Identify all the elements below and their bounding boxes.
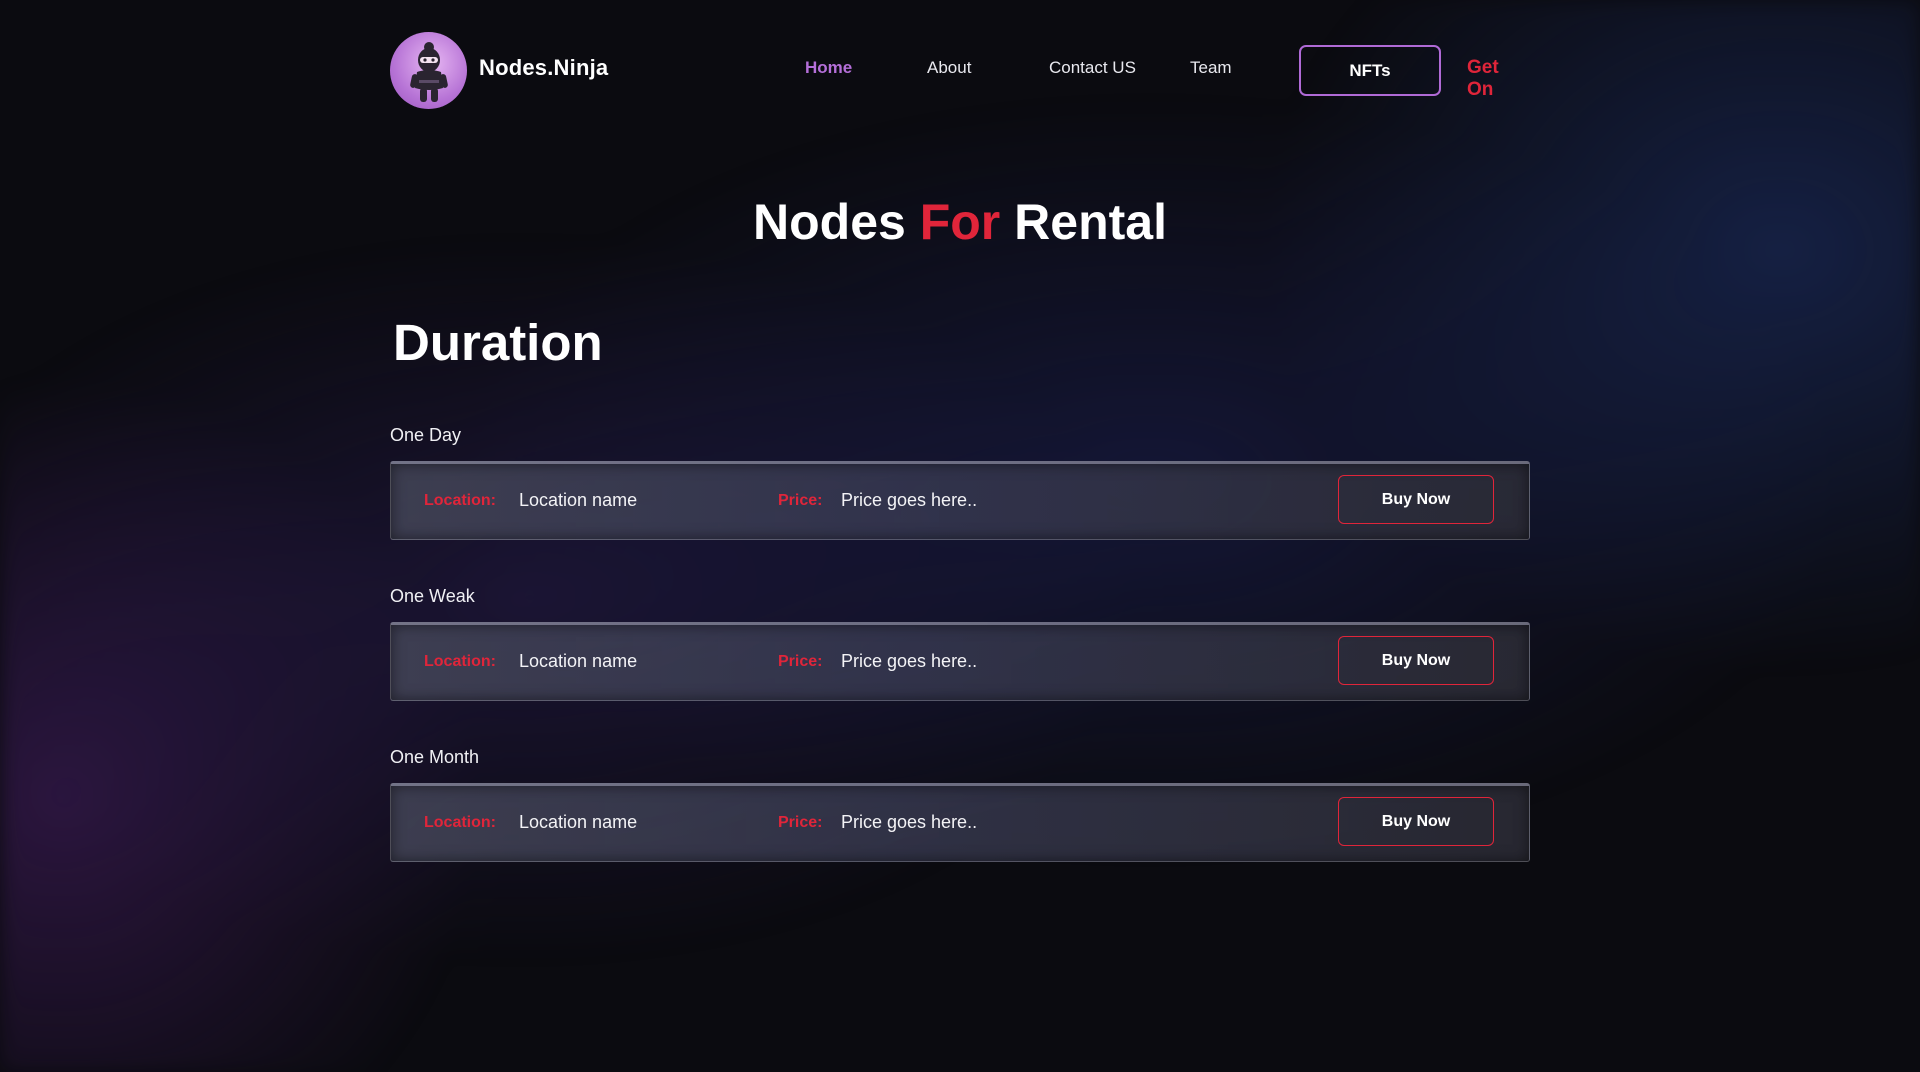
- plan-duration-label: One Day: [390, 425, 462, 445]
- location-value: Location name: [519, 812, 638, 832]
- get-on-link[interactable]: Get On: [1467, 57, 1530, 101]
- location-value: Location name: [519, 651, 638, 671]
- buy-now-button[interactable]: Buy Now: [1338, 475, 1494, 524]
- nfts-button[interactable]: NFTs: [1299, 45, 1441, 96]
- nav-item-contact-us[interactable]: Contact US: [1049, 58, 1136, 78]
- location-label: Location:: [424, 814, 496, 831]
- page-title-part1: Nodes: [753, 194, 906, 250]
- nav-item-home[interactable]: Home: [805, 58, 852, 78]
- price-value: Price goes here..: [841, 651, 978, 671]
- buy-now-button[interactable]: Buy Now: [1338, 636, 1494, 685]
- page-title-part2: Rental: [1014, 194, 1167, 250]
- plan-card: Location: Location name Price: Price goe…: [390, 461, 1530, 540]
- plan-duration-label: One Weak: [390, 586, 475, 606]
- price-label: Price:: [778, 653, 823, 670]
- buy-now-button[interactable]: Buy Now: [1338, 797, 1494, 846]
- section-title: Duration: [393, 314, 603, 371]
- location-label: Location:: [424, 492, 496, 509]
- page-container: Nodes.Ninja Home About Contact US Team N…: [390, 0, 1530, 1072]
- nav-item-about[interactable]: About: [927, 58, 971, 78]
- price-value: Price goes here..: [841, 812, 978, 832]
- page-title-accent: For: [919, 194, 1001, 250]
- nav-links: Home About Contact US Team NFTs Get On: [390, 44, 1530, 100]
- plan-duration-label: One Month: [390, 747, 480, 767]
- location-value: Location name: [519, 490, 638, 510]
- price-label: Price:: [778, 814, 823, 831]
- plan-card: Location: Location name Price: Price goe…: [390, 783, 1530, 862]
- price-value: Price goes here..: [841, 490, 978, 510]
- plan-card: Location: Location name Price: Price goe…: [390, 622, 1530, 701]
- top-navigation: Nodes.Ninja Home About Contact US Team N…: [390, 32, 1530, 109]
- location-label: Location:: [424, 653, 496, 670]
- page-title: Nodes For Rental: [390, 192, 1530, 252]
- nav-item-team[interactable]: Team: [1190, 58, 1232, 78]
- price-label: Price:: [778, 492, 823, 509]
